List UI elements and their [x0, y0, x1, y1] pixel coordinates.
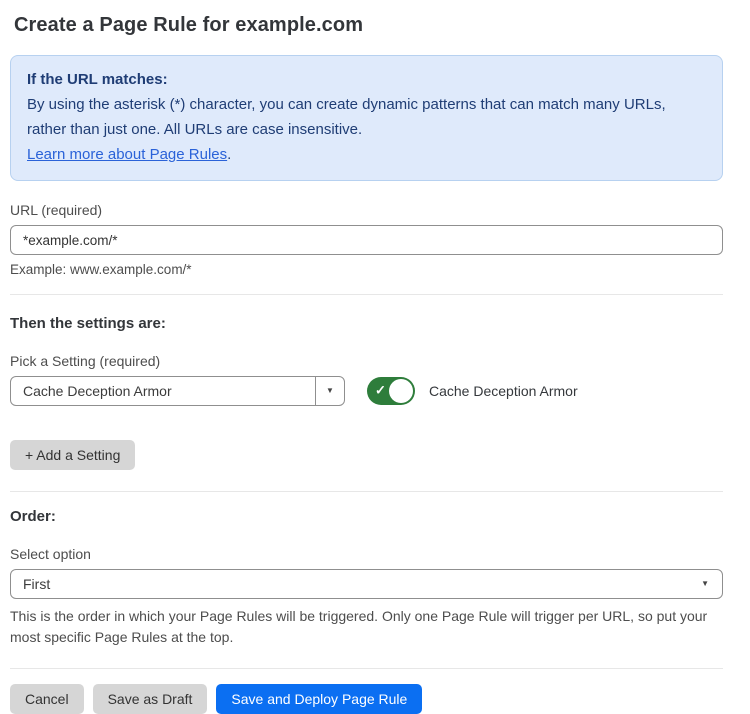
divider	[10, 294, 723, 295]
setting-select-arrow-button[interactable]: ▼	[315, 377, 344, 405]
info-box-link-line: Learn more about Page Rules.	[27, 142, 706, 167]
footer-buttons: Cancel Save as Draft Save and Deploy Pag…	[10, 684, 723, 714]
chevron-down-icon: ▼	[701, 580, 709, 588]
link-suffix: .	[227, 146, 231, 163]
url-input[interactable]	[10, 225, 723, 255]
toggle-knob	[389, 379, 413, 403]
save-deploy-button[interactable]: Save and Deploy Page Rule	[216, 684, 422, 714]
setting-select-value: Cache Deception Armor	[11, 377, 315, 405]
learn-more-link[interactable]: Learn more about Page Rules	[27, 146, 227, 163]
url-help: Example: www.example.com/*	[10, 262, 723, 277]
page-rule-form: Create a Page Rule for example.com If th…	[0, 0, 750, 714]
toggle-wrap: ✓ Cache Deception Armor	[367, 377, 578, 405]
cache-deception-armor-toggle[interactable]: ✓	[367, 377, 415, 405]
setting-row: Cache Deception Armor ▼ ✓ Cache Deceptio…	[10, 376, 723, 406]
divider	[10, 668, 723, 669]
url-label: URL (required)	[10, 202, 723, 218]
info-box-heading: If the URL matches:	[27, 67, 706, 92]
toggle-label: Cache Deception Armor	[429, 383, 578, 399]
page-title: Create a Page Rule for example.com	[14, 14, 723, 37]
settings-heading: Then the settings are:	[10, 315, 723, 332]
info-box-body: By using the asterisk (*) character, you…	[27, 92, 706, 142]
order-select[interactable]: First ▼	[10, 569, 723, 599]
url-match-info-box: If the URL matches: By using the asteris…	[10, 55, 723, 181]
order-heading: Order:	[10, 508, 723, 525]
order-help: This is the order in which your Page Rul…	[10, 606, 723, 648]
divider	[10, 491, 723, 492]
save-draft-button[interactable]: Save as Draft	[93, 684, 208, 714]
setting-label: Pick a Setting (required)	[10, 353, 723, 369]
cancel-button[interactable]: Cancel	[10, 684, 84, 714]
order-select-value: First	[11, 570, 701, 598]
check-icon: ✓	[375, 383, 386, 399]
add-setting-button[interactable]: + Add a Setting	[10, 440, 135, 470]
order-select-label: Select option	[10, 546, 723, 562]
setting-select[interactable]: Cache Deception Armor ▼	[10, 376, 345, 406]
order-select-arrow: ▼	[701, 570, 722, 598]
chevron-down-icon: ▼	[326, 387, 334, 395]
